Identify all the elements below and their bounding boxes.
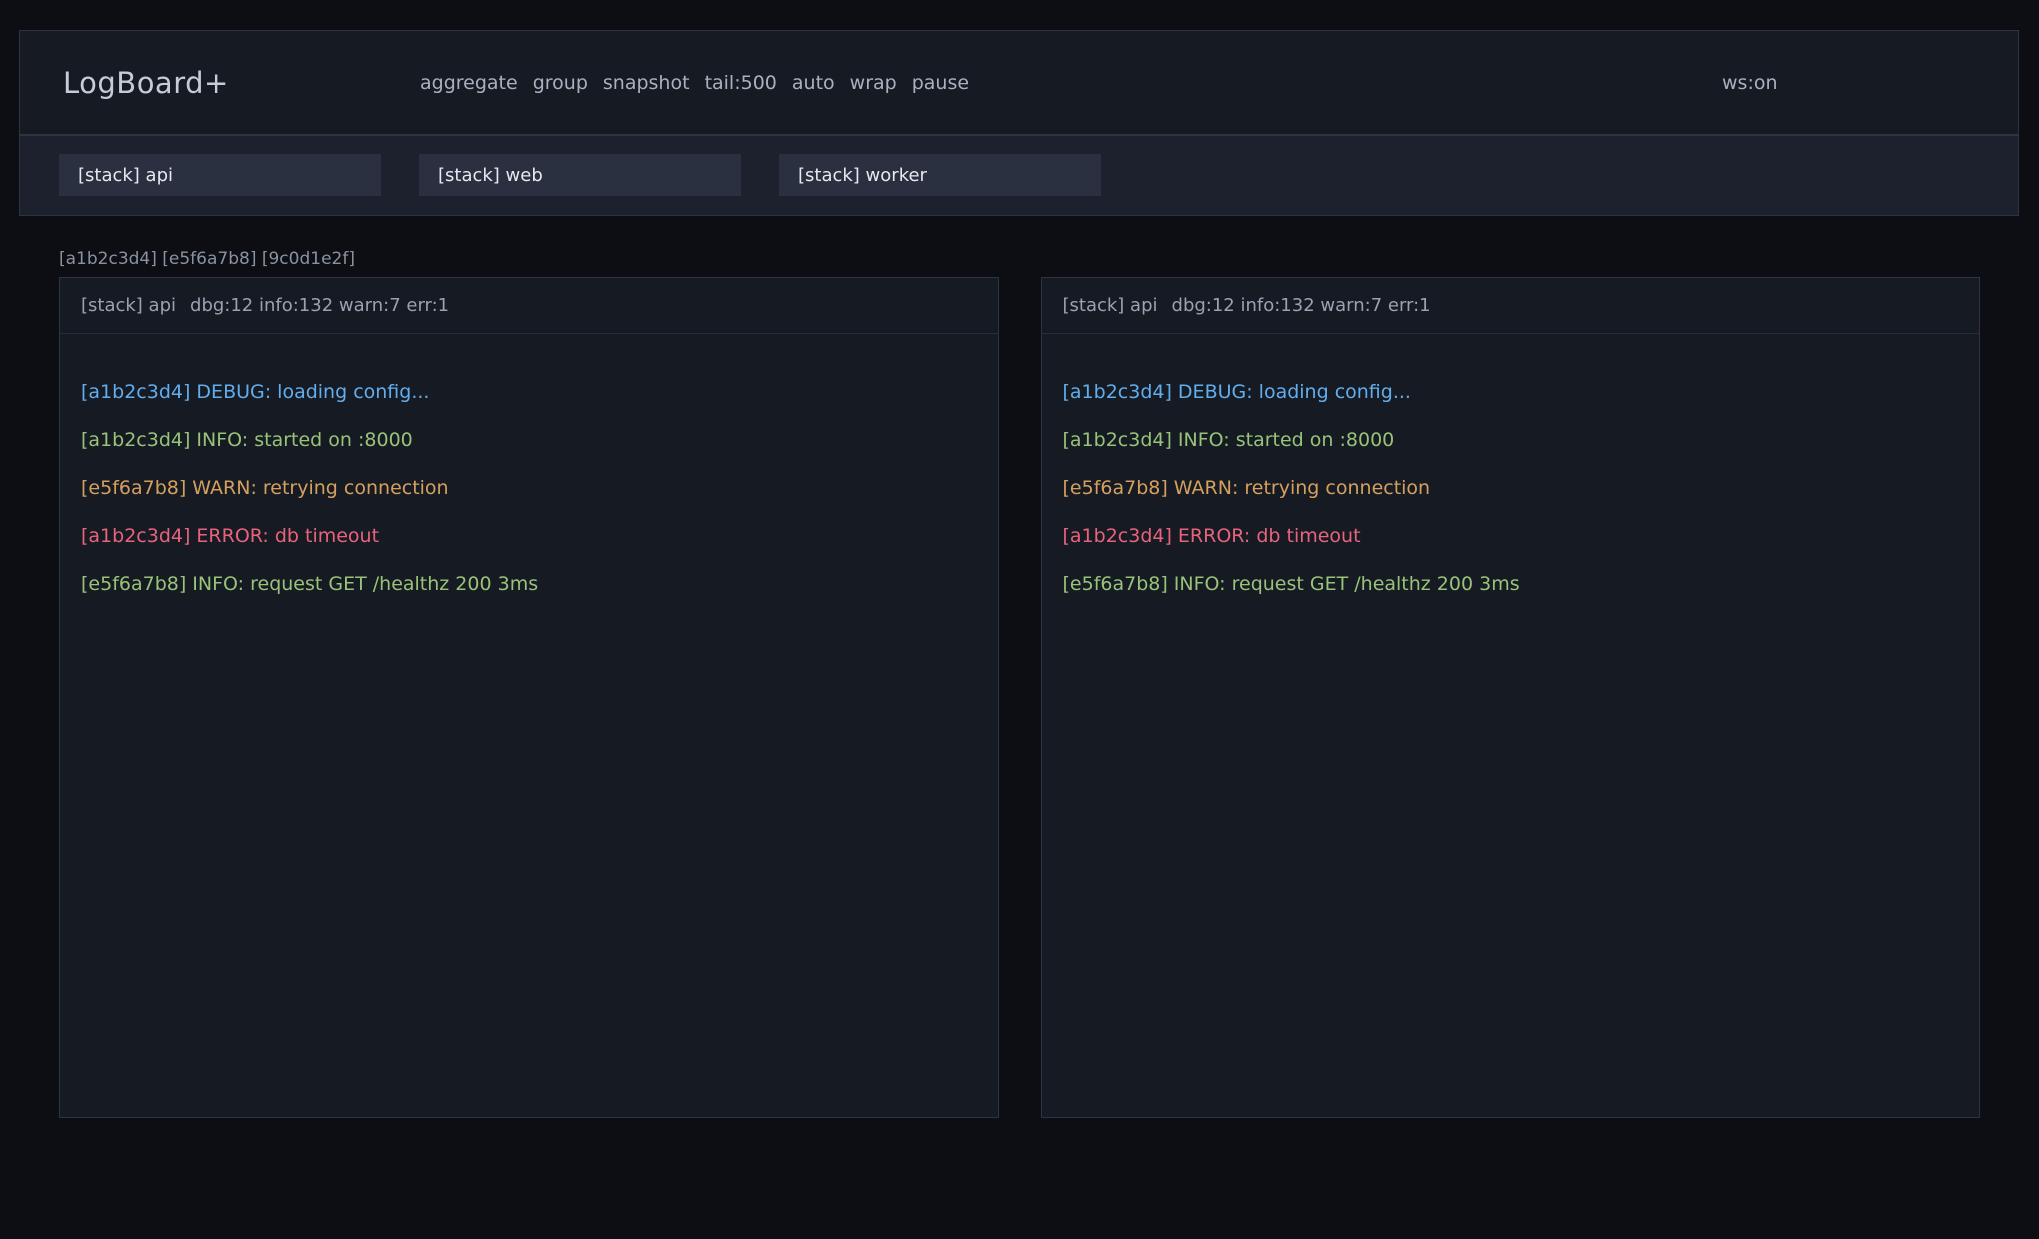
ws-status[interactable]: ws:on <box>1722 72 1778 94</box>
stack-tabs-row: [stack] api [stack] web [stack] worker <box>20 136 2018 215</box>
trace-ids-line: [a1b2c3d4] [e5f6a7b8] [9c0d1e2f] <box>59 247 355 271</box>
log-line: [a1b2c3d4] DEBUG: loading config... <box>81 368 978 416</box>
log-line: [e5f6a7b8] INFO: request GET /healthz 20… <box>81 560 978 608</box>
log-line: [a1b2c3d4] DEBUG: loading config... <box>1063 368 1960 416</box>
toolbar-item-group[interactable]: group <box>533 72 588 94</box>
stack-tab-web[interactable]: [stack] web <box>419 154 741 196</box>
toolbar: aggregate group snapshot tail:500 auto w… <box>420 72 969 94</box>
toolbar-item-auto[interactable]: auto <box>792 72 835 94</box>
log-line: [e5f6a7b8] WARN: retrying connection <box>81 464 978 512</box>
log-panel-right: [stack] api dbg:12 info:132 warn:7 err:1… <box>1041 277 1981 1118</box>
log-line: [e5f6a7b8] INFO: request GET /healthz 20… <box>1063 560 1960 608</box>
panel-log-body: [a1b2c3d4] DEBUG: loading config... [a1b… <box>1042 334 1980 608</box>
toolbar-item-pause[interactable]: pause <box>912 72 969 94</box>
log-line: [a1b2c3d4] ERROR: db timeout <box>81 512 978 560</box>
toolbar-item-wrap[interactable]: wrap <box>850 72 897 94</box>
stack-tab-api[interactable]: [stack] api <box>59 154 381 196</box>
log-line: [a1b2c3d4] ERROR: db timeout <box>1063 512 1960 560</box>
log-panels: [stack] api dbg:12 info:132 warn:7 err:1… <box>59 277 1980 1118</box>
stack-tab-worker[interactable]: [stack] worker <box>779 154 1101 196</box>
panel-log-body: [a1b2c3d4] DEBUG: loading config... [a1b… <box>60 334 998 608</box>
log-line: [e5f6a7b8] WARN: retrying connection <box>1063 464 1960 512</box>
app-header: LogBoard+ aggregate group snapshot tail:… <box>20 31 2018 136</box>
log-line: [a1b2c3d4] INFO: started on :8000 <box>1063 416 1960 464</box>
panel-stats: dbg:12 info:132 warn:7 err:1 <box>1172 295 1431 316</box>
top-bar: LogBoard+ aggregate group snapshot tail:… <box>19 30 2019 216</box>
toolbar-item-aggregate[interactable]: aggregate <box>420 72 518 94</box>
panel-header: [stack] api dbg:12 info:132 warn:7 err:1 <box>60 278 998 334</box>
toolbar-item-tail[interactable]: tail:500 <box>705 72 777 94</box>
toolbar-item-snapshot[interactable]: snapshot <box>603 72 690 94</box>
panel-stats: dbg:12 info:132 warn:7 err:1 <box>190 295 449 316</box>
panel-header: [stack] api dbg:12 info:132 warn:7 err:1 <box>1042 278 1980 334</box>
panel-source-label: [stack] api <box>81 295 176 316</box>
app-title: LogBoard+ <box>63 66 229 100</box>
panel-source-label: [stack] api <box>1063 295 1158 316</box>
log-line: [a1b2c3d4] INFO: started on :8000 <box>81 416 978 464</box>
log-panel-left: [stack] api dbg:12 info:132 warn:7 err:1… <box>59 277 999 1118</box>
